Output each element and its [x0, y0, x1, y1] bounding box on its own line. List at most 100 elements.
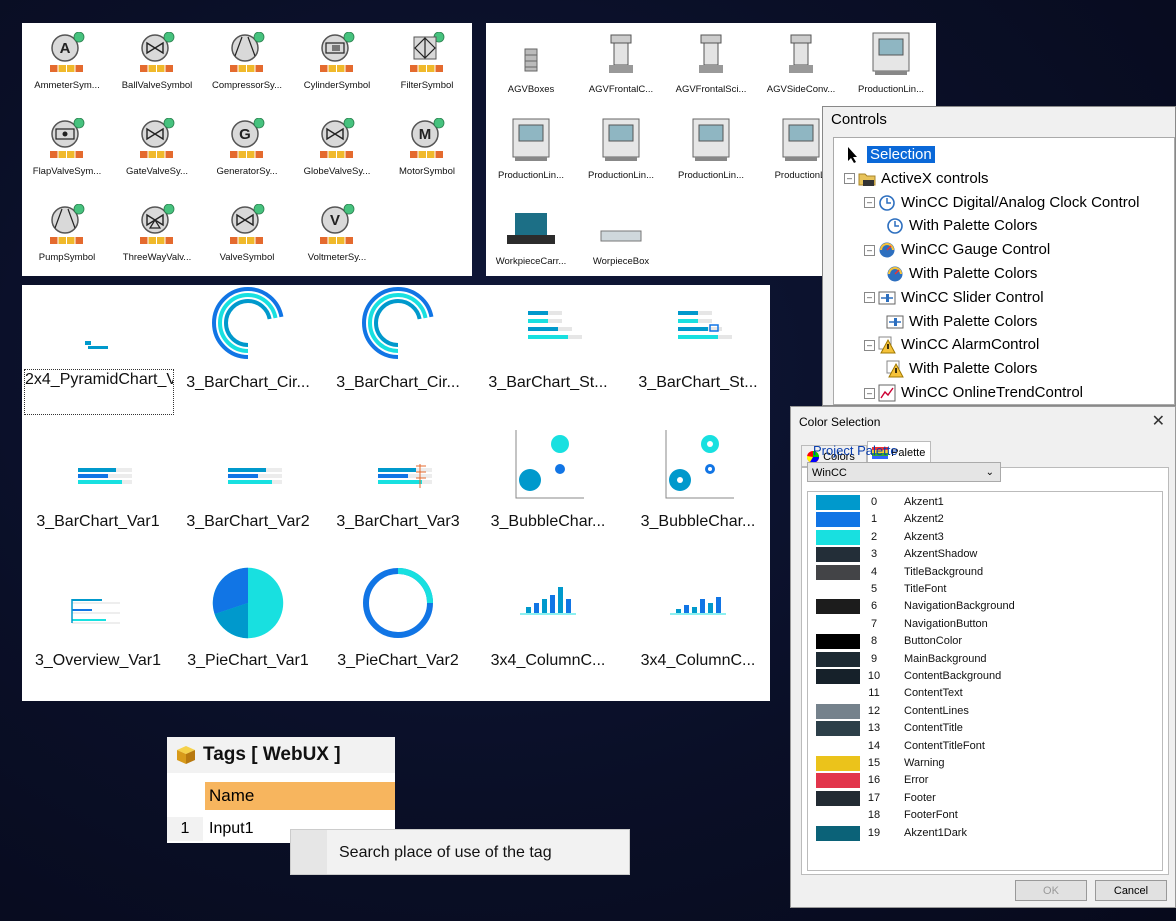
- machine-item[interactable]: ProductionLin...: [486, 115, 576, 199]
- chart-item[interactable]: 3x4_ColumnC...: [474, 563, 622, 698]
- symbol-item[interactable]: PumpSymbol: [22, 199, 112, 283]
- symbol-item[interactable]: CylinderSymbol: [292, 27, 382, 111]
- generator-icon: G: [230, 118, 265, 158]
- close-icon[interactable]: ✕: [1152, 411, 1165, 431]
- chart-label: 3_PieChart_Var1: [187, 652, 309, 669]
- machine-item[interactable]: ProductionLin...: [846, 29, 936, 113]
- palette-entry[interactable]: 16 Error: [808, 772, 1162, 789]
- tree-item[interactable]: Selection: [844, 144, 935, 166]
- chart-item[interactable]: 3x4_ColumnC...: [624, 563, 772, 698]
- tree-item[interactable]: – WinCC Slider Control: [864, 287, 1044, 309]
- chart-item[interactable]: 3_PieChart_Var1: [174, 563, 322, 698]
- machine-item[interactable]: WorpieceBox: [576, 201, 666, 285]
- tree-expander-icon[interactable]: –: [864, 244, 875, 256]
- color-selection-dialog: Color Selection ✕ Colors Palette Project…: [790, 406, 1176, 908]
- cube-icon: [177, 745, 195, 764]
- symbol-item[interactable]: GateValveSy...: [112, 113, 202, 197]
- symbol-item[interactable]: CompressorSy...: [202, 27, 292, 111]
- circular-bar-chart-icon: [212, 287, 284, 359]
- palette-entry[interactable]: 3 AkzentShadow: [808, 546, 1162, 563]
- tree-expander-icon[interactable]: –: [864, 387, 875, 399]
- symbol-item[interactable]: FilterSymbol: [382, 27, 472, 111]
- palette-color-name: Footer: [904, 791, 936, 804]
- tree-item[interactable]: With Palette Colors: [886, 215, 1037, 237]
- chart-item[interactable]: 3_BarChart_Cir...: [324, 285, 472, 420]
- motor-icon: M: [410, 118, 445, 158]
- chart-item[interactable]: 3_Overview_Var1: [24, 563, 172, 698]
- palette-entry[interactable]: 19 Akzent1Dark: [808, 825, 1162, 842]
- chart-item[interactable]: 3_BarChart_Var2: [174, 424, 322, 559]
- tree-item[interactable]: With Palette Colors: [886, 311, 1037, 333]
- palette-entry[interactable]: 15 Warning: [808, 755, 1162, 772]
- machine-item[interactable]: ProductionLin...: [576, 115, 666, 199]
- palette-dropdown[interactable]: WinCC ⌄: [807, 462, 1001, 482]
- project-palette-label: Project Palette: [813, 443, 898, 458]
- chart-item[interactable]: 3_BubbleChar...: [474, 424, 622, 559]
- cancel-button[interactable]: Cancel: [1095, 880, 1167, 901]
- machine-item[interactable]: AGVSideConv...: [756, 29, 846, 113]
- palette-entry[interactable]: 6 NavigationBackground: [808, 598, 1162, 615]
- symbol-item[interactable]: G GeneratorSy...: [202, 113, 292, 197]
- chart-item[interactable]: 3_BarChart_St...: [474, 285, 622, 420]
- color-swatch: [816, 756, 860, 771]
- palette-entry[interactable]: 7 NavigationButton: [808, 616, 1162, 633]
- color-swatch: [816, 512, 860, 528]
- symbol-label: GeneratorSy...: [216, 166, 278, 177]
- tree-expander-icon[interactable]: –: [864, 339, 875, 351]
- symbol-item[interactable]: BallValveSymbol: [112, 27, 202, 111]
- symbol-item[interactable]: FlapValveSym...: [22, 113, 112, 197]
- tree-item[interactable]: – WinCC OnlineTrendControl: [864, 382, 1083, 404]
- symbol-item[interactable]: ValveSymbol: [202, 199, 292, 283]
- symbol-item[interactable]: V VoltmeterSy...: [292, 199, 382, 283]
- machine-item[interactable]: AGVFrontalSci...: [666, 29, 756, 113]
- chart-item[interactable]: 3_BubbleChar...: [624, 424, 772, 559]
- palette-entry[interactable]: 4 TitleBackground: [808, 564, 1162, 581]
- machine-item[interactable]: AGVBoxes: [486, 29, 576, 113]
- palette-entry[interactable]: 9 MainBackground: [808, 651, 1162, 668]
- machine-label: ProductionLin...: [497, 170, 564, 181]
- context-menu-item-search-usage[interactable]: Search place of use of the tag: [339, 830, 552, 876]
- symbol-item[interactable]: M MotorSymbol: [382, 113, 472, 197]
- palette-entry[interactable]: 13 ContentTitle: [808, 720, 1162, 737]
- controls-tree[interactable]: Selection – ActiveX controls – WinCC Digital…: [833, 137, 1175, 405]
- palette-entry[interactable]: 12 ContentLines: [808, 703, 1162, 720]
- chart-item[interactable]: 3_BarChart_Var1: [24, 424, 172, 559]
- chart-label: 3_BarChart_St...: [488, 374, 608, 391]
- palette-entry[interactable]: 8 ButtonColor: [808, 633, 1162, 650]
- palette-entry[interactable]: 14 ContentTitleFont: [808, 738, 1162, 755]
- palette-entry[interactable]: 17 Footer: [808, 790, 1162, 807]
- tree-item[interactable]: With Palette Colors: [886, 358, 1037, 380]
- chart-item[interactable]: 2x4_PyramidChart_Var1: [24, 285, 174, 420]
- symbol-item[interactable]: GlobeValveSy...: [292, 113, 382, 197]
- tree-item[interactable]: – WinCC Gauge Control: [864, 239, 1050, 261]
- column-header-name[interactable]: Name: [205, 782, 395, 810]
- chart-item[interactable]: 3_BarChart_St...: [624, 285, 772, 420]
- chart-item[interactable]: 3_BarChart_Cir...: [174, 285, 322, 420]
- machine-item[interactable]: AGVFrontalC...: [576, 29, 666, 113]
- chart-item[interactable]: 3_BarChart_Var3: [324, 424, 472, 559]
- chart-item[interactable]: 3_PieChart_Var2: [324, 563, 472, 698]
- ok-button[interactable]: OK: [1015, 880, 1087, 901]
- tree-expander-icon[interactable]: –: [864, 197, 875, 209]
- palette-list[interactable]: 0 Akzent1 1 Akzent2 2 Akzent3 3 AkzentShadow 4 Ti…: [807, 491, 1163, 871]
- symbol-item[interactable]: A AmmeterSym...: [22, 27, 112, 111]
- tree-item[interactable]: – WinCC Digital/Analog Clock Control: [864, 192, 1139, 214]
- symbol-item[interactable]: ThreeWayValv...: [112, 199, 202, 283]
- color-swatch: [816, 686, 860, 702]
- palette-entry[interactable]: 0 Akzent1: [808, 494, 1162, 511]
- palette-entry[interactable]: 2 Akzent3: [808, 529, 1162, 546]
- palette-index: 10: [867, 670, 881, 682]
- tree-item[interactable]: – ActiveX controls: [844, 168, 989, 190]
- palette-entry[interactable]: 10 ContentBackground: [808, 668, 1162, 685]
- palette-entry[interactable]: 18 FooterFont: [808, 807, 1162, 824]
- palette-entry[interactable]: 1 Akzent2: [808, 511, 1162, 528]
- palette-entry[interactable]: 5 TitleFont: [808, 581, 1162, 598]
- tree-expander-icon[interactable]: –: [844, 173, 855, 185]
- tree-item[interactable]: With Palette Colors: [886, 263, 1037, 285]
- palette-entry[interactable]: 11 ContentText: [808, 685, 1162, 702]
- machine-item[interactable]: WorkpieceCarr...: [486, 201, 576, 285]
- machine-item[interactable]: ProductionLin...: [666, 115, 756, 199]
- color-swatch: [816, 599, 860, 615]
- tree-item[interactable]: – WinCC AlarmControl: [864, 334, 1039, 356]
- tree-expander-icon[interactable]: –: [864, 292, 875, 304]
